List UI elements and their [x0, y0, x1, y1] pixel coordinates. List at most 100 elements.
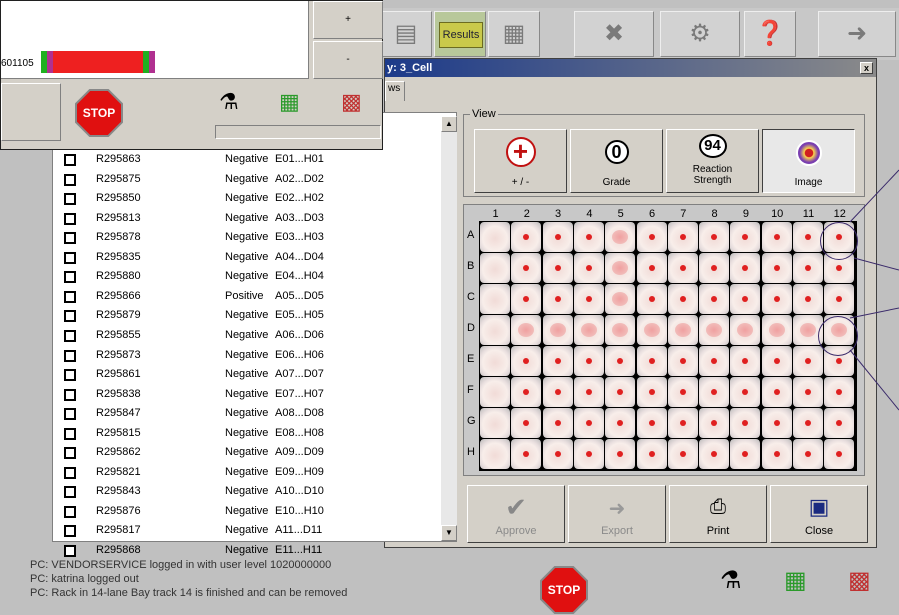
- plate-well[interactable]: [699, 439, 730, 469]
- plate-well[interactable]: [573, 315, 604, 345]
- plate-well[interactable]: [605, 346, 636, 376]
- close-icon[interactable]: x: [860, 62, 873, 74]
- row-checkbox[interactable]: [64, 173, 76, 186]
- plate-well[interactable]: [667, 284, 698, 314]
- plate-well[interactable]: [636, 315, 667, 345]
- plate-well[interactable]: [793, 253, 823, 283]
- plate-well[interactable]: [793, 408, 823, 438]
- plate-well[interactable]: [636, 253, 667, 283]
- row-checkbox[interactable]: [64, 329, 76, 342]
- approve-button[interactable]: ✔ Approve: [467, 485, 565, 543]
- list-item[interactable]: R295850 Negative E02...H02: [53, 190, 443, 211]
- plate-well[interactable]: [573, 222, 604, 252]
- list-item[interactable]: R295838 Negative E07...H07: [53, 386, 443, 407]
- plate-well[interactable]: [511, 439, 542, 469]
- plate-well[interactable]: [511, 222, 542, 252]
- list-item[interactable]: R295843 Negative A10...D10: [53, 483, 443, 504]
- plate-well[interactable]: [730, 377, 761, 407]
- help-button[interactable]: ❓: [744, 11, 796, 57]
- plate-well[interactable]: [824, 439, 855, 469]
- plate-well[interactable]: [730, 222, 761, 252]
- plate-well[interactable]: [573, 408, 604, 438]
- list-item[interactable]: R295821 Negative E09...H09: [53, 464, 443, 485]
- plate-well[interactable]: [636, 377, 667, 407]
- plate-well[interactable]: [480, 253, 510, 283]
- plate-well[interactable]: [480, 439, 510, 469]
- tools-button[interactable]: ✖: [574, 11, 654, 57]
- row-checkbox[interactable]: [64, 349, 76, 362]
- plate-well[interactable]: [605, 408, 636, 438]
- scroll-up-icon[interactable]: ▲: [441, 116, 457, 132]
- row-checkbox[interactable]: [64, 408, 76, 421]
- print-button[interactable]: ⎙ Print: [669, 485, 767, 543]
- results-button[interactable]: Results: [434, 11, 486, 57]
- close-button[interactable]: ▣ Close: [770, 485, 868, 543]
- plate-well[interactable]: [761, 222, 792, 252]
- scroll-down-icon[interactable]: ▼: [441, 525, 457, 541]
- plate-well[interactable]: [480, 377, 510, 407]
- plate-well[interactable]: [667, 408, 698, 438]
- plate-well[interactable]: [573, 284, 604, 314]
- plate-well[interactable]: [511, 346, 542, 376]
- settings-button[interactable]: ⚙: [660, 11, 740, 57]
- plate-well[interactable]: [667, 377, 698, 407]
- list-item[interactable]: R295815 Negative E08...H08: [53, 425, 443, 446]
- popup-minus-button[interactable]: -: [313, 41, 383, 79]
- plate-well[interactable]: [480, 315, 510, 345]
- list-item[interactable]: R295875 Negative A02...D02: [53, 171, 443, 192]
- plate-well[interactable]: [761, 315, 792, 345]
- popup-plus-button[interactable]: +: [313, 1, 383, 39]
- row-checkbox[interactable]: [64, 466, 76, 479]
- plate-well[interactable]: [573, 439, 604, 469]
- row-checkbox[interactable]: [64, 369, 76, 382]
- plate-well[interactable]: [667, 222, 698, 252]
- plate-well[interactable]: [761, 377, 792, 407]
- list-item[interactable]: R295873 Negative E06...H06: [53, 347, 443, 368]
- row-checkbox[interactable]: [64, 505, 76, 518]
- plate-well[interactable]: [542, 408, 573, 438]
- plate-well[interactable]: [605, 284, 636, 314]
- plate-well[interactable]: [480, 346, 510, 376]
- plate-well[interactable]: [636, 408, 667, 438]
- plate-well[interactable]: [605, 253, 636, 283]
- plate-well[interactable]: [605, 222, 636, 252]
- list-item[interactable]: R295813 Negative A03...D03: [53, 210, 443, 231]
- plate-well[interactable]: [793, 439, 823, 469]
- row-checkbox[interactable]: [64, 447, 76, 460]
- row-checkbox[interactable]: [64, 212, 76, 225]
- list-item[interactable]: R295863 Negative E01...H01: [53, 151, 443, 172]
- plate-well[interactable]: [667, 346, 698, 376]
- plate-well[interactable]: [761, 408, 792, 438]
- plate-well[interactable]: [699, 346, 730, 376]
- row-checkbox[interactable]: [64, 388, 76, 401]
- list-item[interactable]: R295835 Negative A04...D04: [53, 249, 443, 270]
- plate-well[interactable]: [699, 253, 730, 283]
- plate-well[interactable]: [542, 315, 573, 345]
- plate-well[interactable]: [793, 346, 823, 376]
- row-checkbox[interactable]: [64, 545, 76, 557]
- plate-well[interactable]: [667, 315, 698, 345]
- plate-well[interactable]: [573, 346, 604, 376]
- plate-well[interactable]: [605, 439, 636, 469]
- list-scrollbar[interactable]: ▲ ▼: [441, 116, 457, 541]
- list-item[interactable]: R295847 Negative A08...D08: [53, 405, 443, 426]
- plate-well[interactable]: [511, 315, 542, 345]
- plate-well[interactable]: [793, 377, 823, 407]
- row-checkbox[interactable]: [64, 290, 76, 303]
- plate-well[interactable]: [730, 408, 761, 438]
- plate-well[interactable]: [480, 222, 510, 252]
- plate-well[interactable]: [730, 315, 761, 345]
- row-checkbox[interactable]: [64, 427, 76, 440]
- plate-well[interactable]: [761, 439, 792, 469]
- plus-minus-button[interactable]: + + / -: [474, 129, 567, 193]
- plate-well[interactable]: [605, 377, 636, 407]
- plate-well[interactable]: [730, 284, 761, 314]
- plate-well[interactable]: [542, 222, 573, 252]
- plate-well[interactable]: [636, 284, 667, 314]
- plate-well[interactable]: [761, 284, 792, 314]
- plate-well[interactable]: [542, 253, 573, 283]
- list-item[interactable]: R295855 Negative A06...D06: [53, 327, 443, 348]
- list-item[interactable]: R295861 Negative A07...D07: [53, 366, 443, 387]
- plate-well[interactable]: [542, 439, 573, 469]
- grade-button[interactable]: 0 Grade: [570, 129, 663, 193]
